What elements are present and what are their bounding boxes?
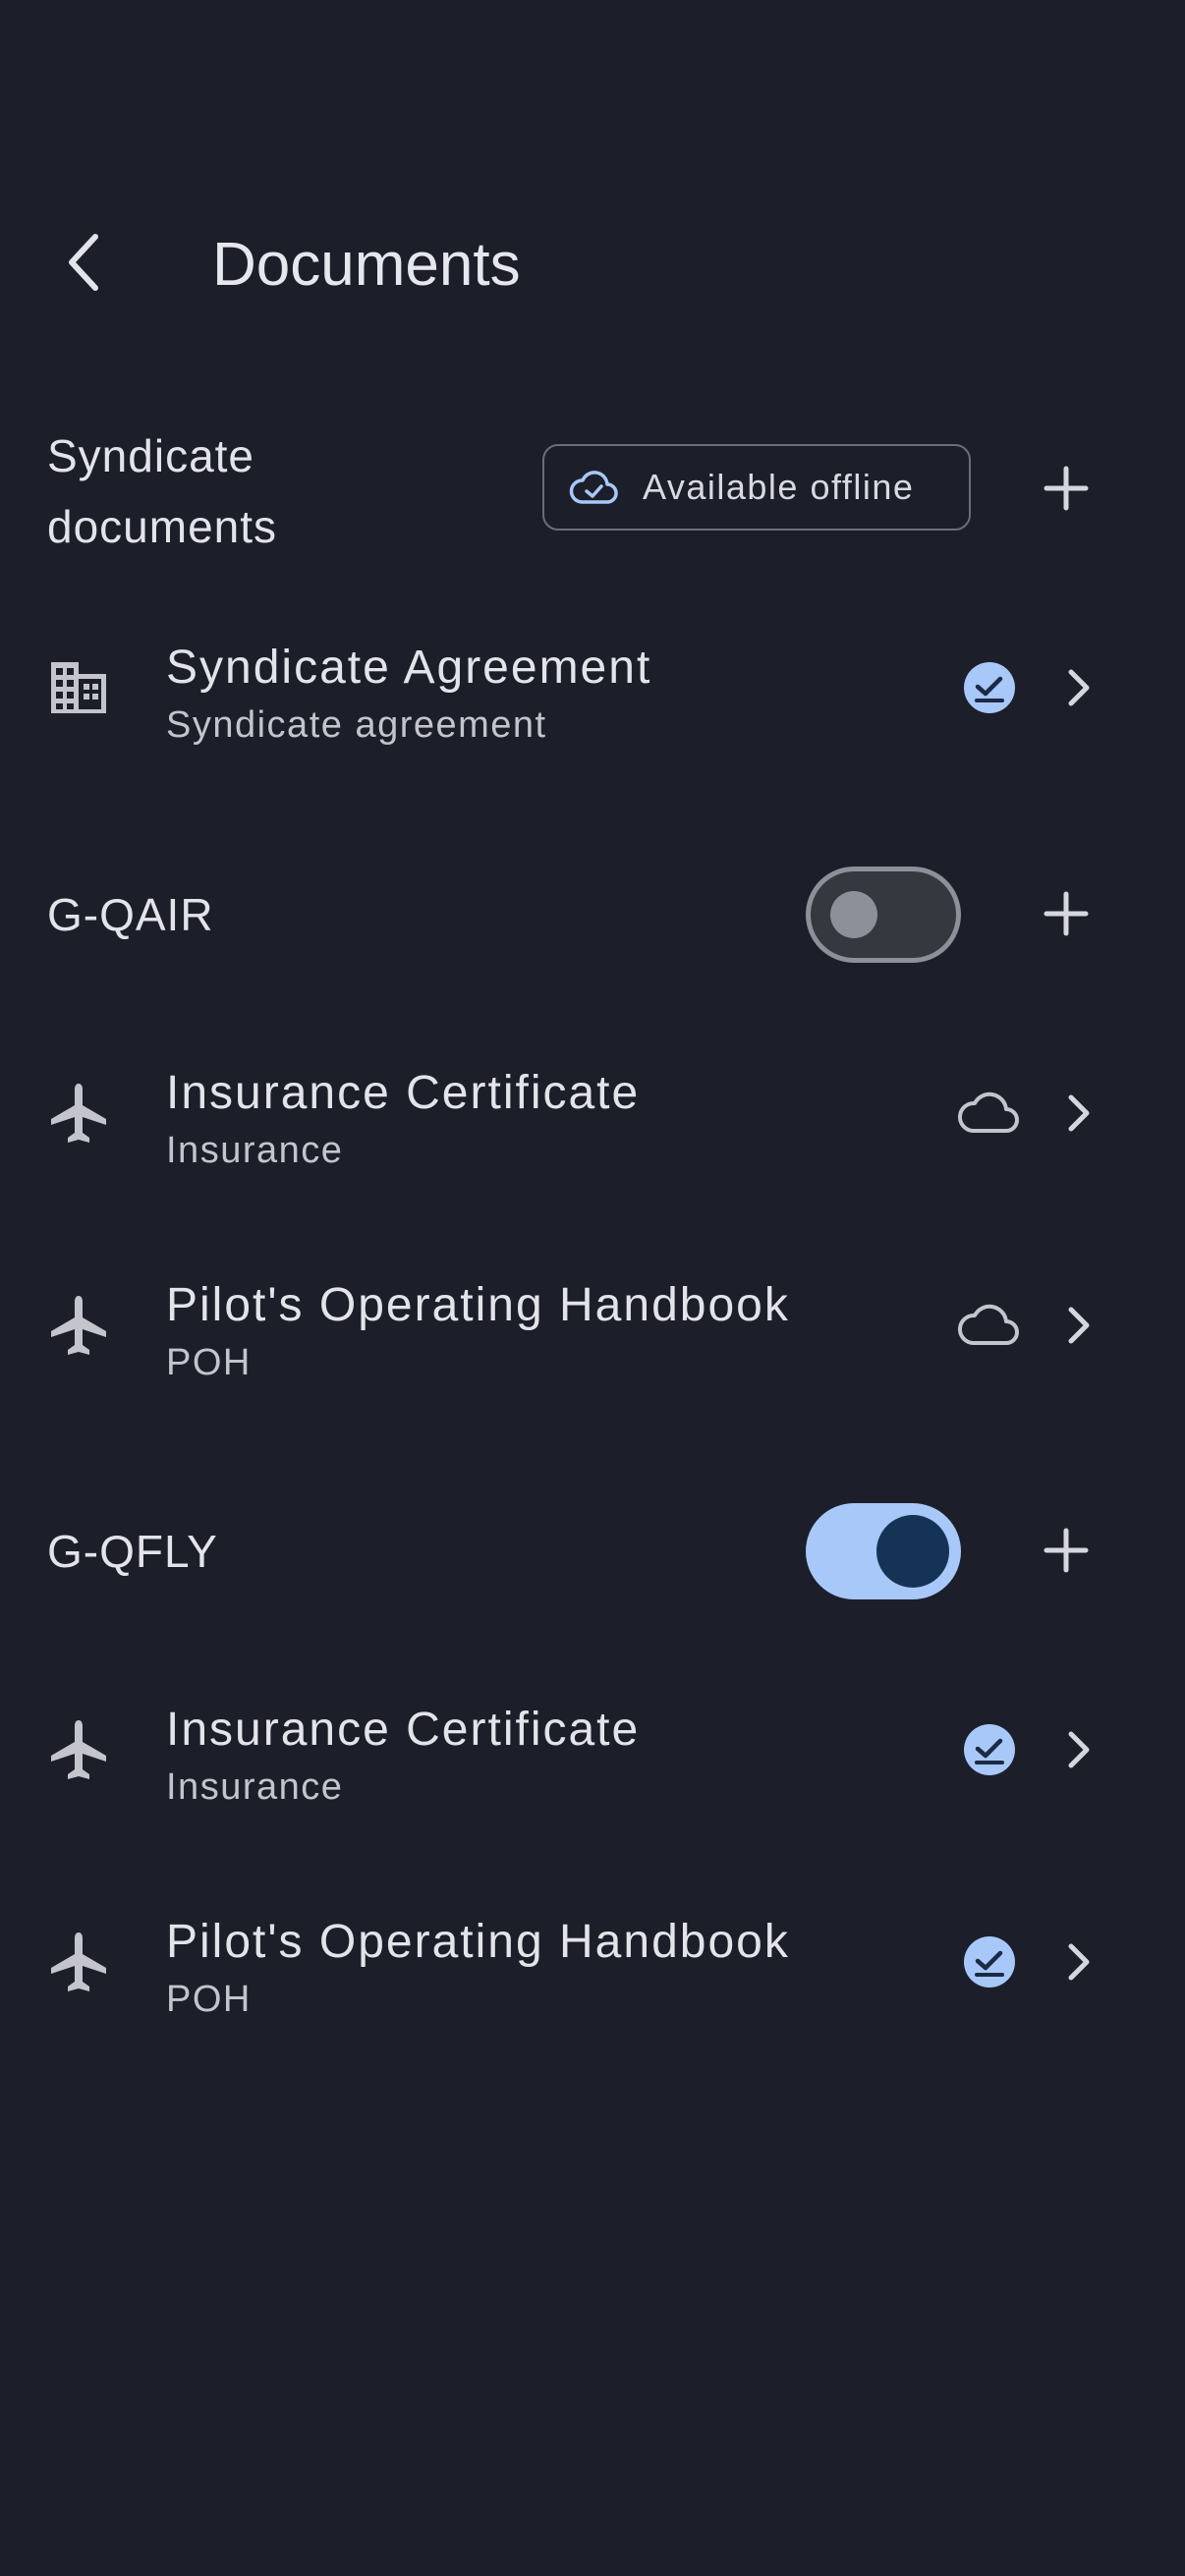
chevron-right-icon [1068, 1094, 1090, 1132]
airplane-icon [51, 1932, 106, 1991]
chevron-right-icon [1068, 1731, 1090, 1768]
chevron-right-icon [1068, 669, 1090, 706]
section-title-syndicate: Syndicate documents [47, 420, 277, 562]
chevron-right-icon [1068, 1307, 1090, 1344]
document-row-g-qair-poh[interactable]: Pilot's Operating Handbook POH [0, 1237, 1185, 1414]
plus-icon [1044, 891, 1089, 936]
section-title-g-qfly: G-QFLY [47, 1526, 218, 1577]
document-row-g-qair-insurance[interactable]: Insurance Certificate Insurance [0, 1025, 1185, 1202]
document-row-syndicate-agreement[interactable]: Syndicate Agreement Syndicate agreement [0, 599, 1185, 776]
downloaded-check-icon [964, 662, 1015, 713]
chevron-right-icon [1068, 1943, 1090, 1981]
building-icon [51, 662, 106, 713]
add-document-button-g-qair[interactable] [1022, 869, 1110, 958]
chevron-left-icon [69, 234, 98, 291]
document-title: Pilot's Operating Handbook [166, 1279, 790, 1331]
document-type: POH [166, 1979, 252, 2020]
toggle-knob [830, 891, 877, 938]
add-document-button-g-qfly[interactable] [1022, 1506, 1110, 1595]
downloaded-check-icon [964, 1724, 1015, 1775]
page-title: Documents [212, 231, 521, 299]
document-title: Insurance Certificate [166, 1067, 641, 1119]
plus-icon [1044, 466, 1089, 511]
document-title: Pilot's Operating Handbook [166, 1916, 790, 1968]
section-title-g-qair: G-QAIR [47, 889, 214, 940]
available-offline-chip[interactable]: Available offline [542, 444, 971, 531]
document-type: Syndicate agreement [166, 704, 547, 746]
document-row-g-qfly-insurance[interactable]: Insurance Certificate Insurance [0, 1661, 1185, 1838]
cloud-icon [957, 1304, 1019, 1345]
plus-icon [1044, 1528, 1089, 1573]
document-type: Insurance [166, 1130, 344, 1171]
airplane-icon [51, 1720, 106, 1779]
section-title-line1: Syndicate [47, 430, 255, 481]
back-button[interactable] [39, 218, 128, 307]
available-offline-label: Available offline [643, 467, 915, 507]
document-type: Insurance [166, 1766, 344, 1808]
document-row-g-qfly-poh[interactable]: Pilot's Operating Handbook POH [0, 1874, 1185, 2050]
downloaded-check-icon [964, 1936, 1015, 1988]
document-title: Syndicate Agreement [166, 642, 652, 694]
offline-toggle-g-qair[interactable] [806, 867, 961, 963]
cloud-check-icon [569, 471, 618, 504]
toggle-knob [876, 1515, 949, 1588]
offline-toggle-g-qfly[interactable] [806, 1503, 961, 1599]
airplane-icon [51, 1296, 106, 1355]
cloud-icon [957, 1092, 1019, 1133]
airplane-icon [51, 1084, 106, 1143]
add-document-button-syndicate[interactable] [1022, 444, 1110, 532]
document-type: POH [166, 1342, 252, 1383]
section-title-line2: documents [47, 501, 278, 552]
document-title: Insurance Certificate [166, 1704, 641, 1756]
